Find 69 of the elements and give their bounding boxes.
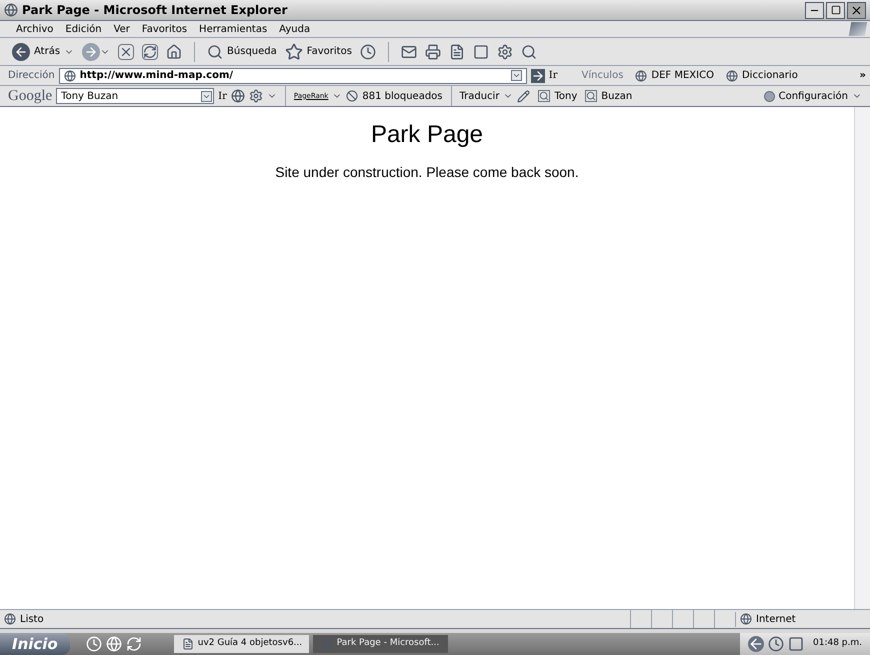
- clock-icon: [86, 636, 102, 652]
- star-icon: [284, 42, 303, 60]
- page-icon: [635, 70, 648, 82]
- home-icon: [166, 44, 182, 60]
- page-icon: [726, 70, 738, 82]
- google-search-field[interactable]: Tony Buzan: [56, 88, 214, 104]
- page-heading: Park Page: [370, 120, 484, 150]
- zone-text: Internet: [756, 612, 796, 626]
- links-label: Vínculos: [582, 69, 624, 83]
- gear-icon: [248, 89, 263, 103]
- history-icon: [360, 44, 376, 60]
- menu-item[interactable]: Archivo: [16, 22, 54, 36]
- highlighter-icon: [517, 90, 530, 102]
- taskbar-button[interactable]: uv2 Guía 4 objetosv6...: [174, 635, 309, 653]
- minimize-button[interactable]: [805, 2, 824, 18]
- start-button[interactable]: Inicio: [0, 633, 70, 655]
- research-icon: [520, 44, 537, 60]
- search-button[interactable]: Búsqueda: [207, 44, 277, 60]
- page-icon: [4, 613, 16, 625]
- search-term-button[interactable]: Buzan: [585, 88, 632, 104]
- clock: 01:48 p.m.: [813, 637, 862, 650]
- search-icon: [207, 44, 224, 60]
- address-field[interactable]: http://www.mind-map.com/: [58, 68, 527, 84]
- google-logo: Google: [8, 86, 52, 106]
- link-button[interactable]: Diccionario: [726, 68, 798, 83]
- magnifier-icon: [538, 90, 550, 102]
- taskbar-button[interactable]: Park Page - Microsoft...: [312, 635, 448, 653]
- menu-item[interactable]: Ayuda: [279, 22, 310, 36]
- maximize-button[interactable]: [826, 2, 845, 18]
- maximize-icon: [830, 5, 840, 15]
- dropdown-icon: [510, 70, 522, 81]
- translate-button[interactable]: Traducir: [460, 88, 514, 104]
- popup-blocker-button[interactable]: 881 bloqueados: [346, 88, 442, 104]
- back-button[interactable]: Atrás: [12, 42, 74, 60]
- google-go-button[interactable]: Ir: [218, 88, 227, 104]
- close-icon: [850, 4, 863, 16]
- globe-icon: [230, 89, 245, 103]
- address-label: Dirección: [8, 69, 55, 83]
- magnifier-icon: [585, 90, 598, 102]
- mail-icon: [400, 44, 417, 60]
- expand-tray-icon: [748, 636, 764, 652]
- globe-icon: [106, 636, 122, 652]
- printer-icon: [424, 44, 441, 60]
- refresh-icon: [142, 44, 158, 60]
- refresh-icon: [126, 636, 142, 652]
- link-button[interactable]: DEF MEXICO: [635, 68, 714, 83]
- scrollbar[interactable]: [854, 107, 870, 609]
- menu-item[interactable]: Ver: [114, 22, 130, 36]
- page-message: Site under construction. Please come back soon.: [275, 163, 579, 182]
- browser-icon: [4, 3, 18, 17]
- clock-icon: [768, 636, 784, 652]
- status-text: Listo: [20, 612, 44, 626]
- more-chevron[interactable]: »: [860, 68, 866, 83]
- menu-item[interactable]: Favoritos: [142, 22, 188, 36]
- menu-item[interactable]: Edición: [65, 22, 102, 36]
- go-button[interactable]: Ir: [530, 68, 558, 83]
- gear-icon: [496, 44, 513, 60]
- search-term-button[interactable]: Tony: [538, 88, 578, 104]
- settings-button[interactable]: Configuración: [764, 88, 862, 104]
- globe-icon: [740, 613, 752, 625]
- favorites-button[interactable]: Favoritos: [284, 42, 352, 60]
- page-icon: [64, 70, 76, 82]
- forward-button[interactable]: [82, 42, 110, 60]
- blocked-icon: [346, 90, 358, 102]
- window-title: Park Page - Microsoft Internet Explorer: [22, 2, 288, 19]
- stop-icon: [118, 44, 134, 60]
- dropdown-icon: [201, 90, 212, 102]
- close-button[interactable]: [847, 2, 866, 18]
- menu-item[interactable]: Herramientas: [199, 22, 268, 36]
